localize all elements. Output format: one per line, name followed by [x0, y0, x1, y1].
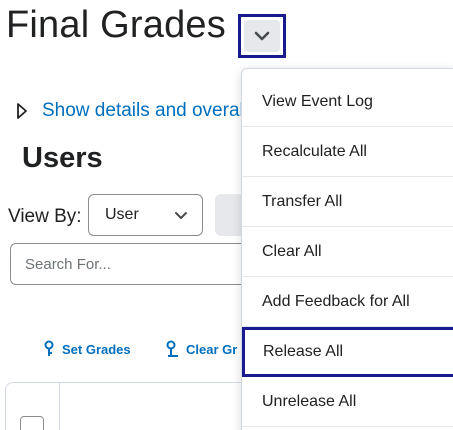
- actions-dropdown-menu: View Event Log Recalculate All Transfer …: [241, 68, 453, 430]
- page: Final Grades Show details and overall Us…: [0, 0, 453, 430]
- view-by-label: View By:: [8, 206, 82, 227]
- table-column-divider: [59, 383, 60, 430]
- title-dropdown-inner[interactable]: [244, 20, 280, 52]
- search-input[interactable]: [10, 243, 260, 285]
- menu-item-recalculate-all[interactable]: Recalculate All: [242, 127, 453, 177]
- pin-icon: [44, 340, 54, 356]
- menu-item-release-all[interactable]: Release All: [242, 327, 453, 377]
- menu-item-add-feedback-for-all[interactable]: Add Feedback for All: [242, 277, 453, 327]
- menu-item-view-event-log[interactable]: View Event Log: [242, 77, 453, 127]
- view-by-value: User: [105, 206, 139, 223]
- select-all-checkbox[interactable]: [20, 416, 44, 430]
- chevron-down-icon: [175, 211, 187, 219]
- users-heading: Users: [22, 142, 103, 174]
- clear-pin-icon: [166, 340, 178, 357]
- view-by-select[interactable]: User: [88, 194, 203, 236]
- page-title: Final Grades: [6, 4, 226, 46]
- show-details-link[interactable]: Show details and overall: [42, 100, 248, 122]
- chevron-down-icon: [254, 31, 270, 41]
- title-dropdown-button[interactable]: [238, 14, 286, 58]
- clear-grades-button[interactable]: Clear Gr: [164, 340, 237, 358]
- show-details-row[interactable]: Show details and overall: [16, 100, 248, 122]
- menu-item-unrelease-all[interactable]: Unrelease All: [242, 377, 453, 427]
- set-grades-button[interactable]: Set Grades: [42, 340, 131, 358]
- menu-item-clear-all[interactable]: Clear All: [242, 227, 453, 277]
- menu-item-transfer-all[interactable]: Transfer All: [242, 177, 453, 227]
- set-grades-label: Set Grades: [62, 341, 131, 357]
- clear-grades-label: Clear Gr: [186, 341, 238, 357]
- triangle-right-icon[interactable]: [16, 102, 28, 120]
